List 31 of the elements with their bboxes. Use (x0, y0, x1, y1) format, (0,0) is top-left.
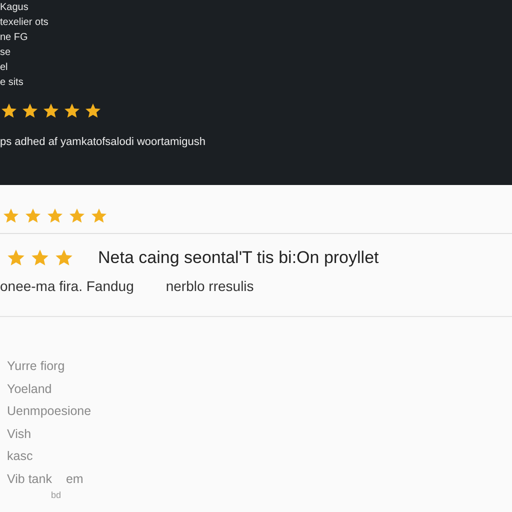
star-icon (0, 102, 18, 120)
results-text: nerblo rresulis (166, 278, 254, 294)
star-icon (90, 207, 108, 225)
footnote-text: bd (51, 490, 62, 500)
list-item: Yoeland (7, 380, 53, 398)
review-subtitle: onee-ma fira. Fandug (0, 278, 134, 294)
menu-text: Kagus (0, 1, 30, 15)
menu-text: e sits (0, 76, 24, 90)
star-icon (46, 207, 64, 225)
list-text: em (66, 470, 84, 488)
list-item: Vish (7, 426, 32, 442)
list-item: Uenmpoesione (7, 403, 92, 420)
menu-text: ne FG (0, 31, 29, 45)
review-title: Neta caing seontal'T tis bi:On proyllet (98, 248, 379, 268)
star-icon (21, 102, 39, 120)
menu-text: el (0, 61, 9, 75)
star-icon (6, 248, 26, 268)
star-icon (84, 102, 102, 120)
menu-text: texelier ots (0, 16, 50, 30)
star-icon (54, 248, 74, 268)
menu-text: se (0, 46, 12, 60)
caption-text: ps adhed af yamkatofsalodi woortamigush (0, 136, 206, 148)
star-icon (24, 207, 42, 225)
list-item: kasc (7, 448, 34, 465)
star-icon (63, 102, 81, 120)
star-icon (68, 207, 86, 225)
list-item: Yurre fiorg (7, 358, 66, 375)
star-icon (42, 102, 60, 120)
star-icon (2, 207, 20, 225)
list-item: Vib tank (7, 470, 52, 488)
star-icon (30, 248, 50, 268)
